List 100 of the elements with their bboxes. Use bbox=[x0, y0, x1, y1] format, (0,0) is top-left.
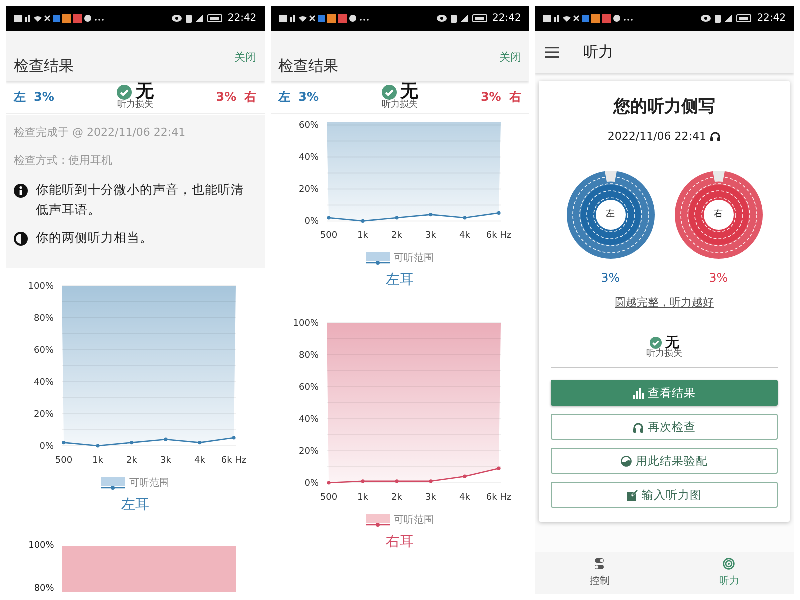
y-axis-label: 20% bbox=[298, 447, 319, 458]
side-label: 右 bbox=[509, 89, 522, 106]
data-point bbox=[198, 441, 202, 445]
app-title: 听力 bbox=[583, 42, 614, 63]
data-point bbox=[62, 441, 66, 445]
x-axis-label: 1k bbox=[92, 456, 104, 466]
menu-icon[interactable] bbox=[545, 46, 560, 58]
bar-chart-icon bbox=[633, 388, 644, 399]
x-axis-label: 500 bbox=[56, 456, 73, 466]
y-axis-label: 0% bbox=[304, 479, 319, 490]
data-point bbox=[232, 436, 236, 440]
y-axis-label: 40% bbox=[298, 415, 319, 426]
x-axis-label: 6k Hz bbox=[222, 456, 247, 466]
y-axis-label: 60% bbox=[298, 121, 319, 132]
x-axis-label: 6k Hz bbox=[486, 493, 512, 504]
result-caption: 听力损失 bbox=[117, 101, 154, 111]
data-point bbox=[96, 444, 100, 448]
data-point bbox=[327, 481, 331, 485]
headphones-icon bbox=[710, 131, 722, 142]
toggle-icon bbox=[594, 558, 606, 570]
action-button[interactable]: 用此结果验配 bbox=[551, 448, 778, 474]
close-link[interactable]: 关闭 bbox=[234, 50, 257, 66]
status-time: 22:42 bbox=[492, 12, 522, 26]
y-axis-label: 60% bbox=[34, 346, 54, 356]
data-point bbox=[395, 480, 399, 484]
chart-caption: 左耳 bbox=[121, 496, 150, 515]
x-axis-label: 1k bbox=[358, 231, 368, 242]
side-label: 左 bbox=[14, 89, 26, 106]
data-point bbox=[164, 438, 168, 442]
check-circle-icon bbox=[116, 84, 132, 100]
x-axis-label: 3k bbox=[426, 493, 436, 504]
chart-caption: 右耳 bbox=[386, 533, 414, 552]
y-axis-label: 40% bbox=[34, 378, 54, 388]
note-text: 你的两侧听力相当。 bbox=[36, 229, 153, 247]
result-caption: 听力损失 bbox=[646, 350, 683, 360]
info-icon bbox=[14, 184, 28, 198]
x-axis-label: 4k bbox=[194, 456, 206, 466]
check-circle-icon bbox=[650, 336, 662, 348]
x-axis-label: 4k bbox=[460, 231, 470, 242]
hearing-loss-value: 3% bbox=[480, 89, 502, 106]
page-title: 检查结果 bbox=[14, 56, 74, 76]
x-axis-label: 6k Hz bbox=[486, 231, 512, 242]
profile-title: 您的听力侧写 bbox=[614, 96, 716, 119]
hearing-loss-value: 3% bbox=[216, 89, 237, 106]
headphones-icon bbox=[633, 422, 644, 433]
legend-label: 可听范围 bbox=[394, 514, 434, 528]
y-axis-label: 0% bbox=[40, 442, 54, 452]
y-axis-label: 20% bbox=[34, 410, 54, 420]
data-point bbox=[497, 211, 501, 215]
nav-tab[interactable]: 听力 bbox=[664, 552, 794, 594]
action-button[interactable]: 输入听力图 bbox=[551, 482, 778, 508]
y-axis-label: 80% bbox=[34, 585, 54, 594]
data-point bbox=[361, 219, 365, 223]
y-axis-label: 100% bbox=[28, 542, 54, 551]
x-axis-label: 3k bbox=[160, 456, 172, 466]
nav-tab[interactable]: 控制 bbox=[535, 552, 665, 594]
ring-center-label: 左 bbox=[606, 208, 616, 222]
data-point bbox=[429, 213, 433, 217]
y-axis-label: 40% bbox=[298, 153, 319, 164]
y-axis-label: 20% bbox=[298, 185, 319, 196]
side-label: 左 bbox=[278, 89, 291, 106]
data-point bbox=[361, 480, 365, 484]
ring-percentage: 3% bbox=[709, 270, 728, 287]
close-link[interactable]: 关闭 bbox=[499, 50, 522, 66]
result-caption: 听力损失 bbox=[382, 101, 418, 111]
data-point bbox=[463, 474, 467, 479]
detail-text: 检查方式 : 使用耳机 bbox=[14, 152, 114, 168]
side-label: 右 bbox=[244, 89, 257, 106]
note-text: 你能听到十分微小的声音，也能听清低声耳语。 bbox=[36, 181, 245, 219]
contrast-icon bbox=[14, 232, 28, 246]
legend-label: 可听范围 bbox=[394, 252, 434, 266]
action-button[interactable]: 查看结果 bbox=[551, 380, 778, 406]
status-icons-drawing bbox=[436, 14, 489, 23]
x-axis-label: 500 bbox=[320, 493, 338, 504]
signal-icon bbox=[723, 558, 736, 570]
result-text: 无 bbox=[666, 336, 680, 350]
x-axis-label: 500 bbox=[320, 231, 338, 242]
x-axis-label: 2k bbox=[392, 231, 402, 242]
status-icons-drawing bbox=[701, 14, 754, 23]
y-axis-label: 100% bbox=[293, 319, 319, 330]
x-axis-label: 2k bbox=[392, 493, 402, 504]
x-axis-label: 2k bbox=[126, 456, 138, 466]
y-axis-label: 80% bbox=[298, 351, 319, 362]
action-button[interactable]: 再次检查 bbox=[551, 414, 778, 440]
status-icons-drawing bbox=[172, 14, 224, 23]
check-circle-icon bbox=[382, 84, 396, 100]
test-date: 2022/11/06 22:41 bbox=[608, 128, 706, 144]
data-point bbox=[463, 216, 467, 220]
data-point bbox=[395, 216, 399, 220]
hint-link[interactable]: 圆越完整，听力越好 bbox=[615, 295, 714, 312]
status-time: 22:42 bbox=[228, 12, 257, 26]
half-filled-circle-icon bbox=[621, 456, 632, 467]
status-time: 22:42 bbox=[757, 12, 786, 26]
data-point bbox=[497, 466, 501, 471]
legend-label: 可听范围 bbox=[129, 476, 170, 491]
y-axis-label: 100% bbox=[28, 282, 54, 292]
page-title: 检查结果 bbox=[278, 56, 339, 76]
edit-icon bbox=[627, 490, 638, 501]
ring-center-label: 右 bbox=[714, 208, 724, 222]
ring-percentage: 3% bbox=[601, 270, 620, 287]
